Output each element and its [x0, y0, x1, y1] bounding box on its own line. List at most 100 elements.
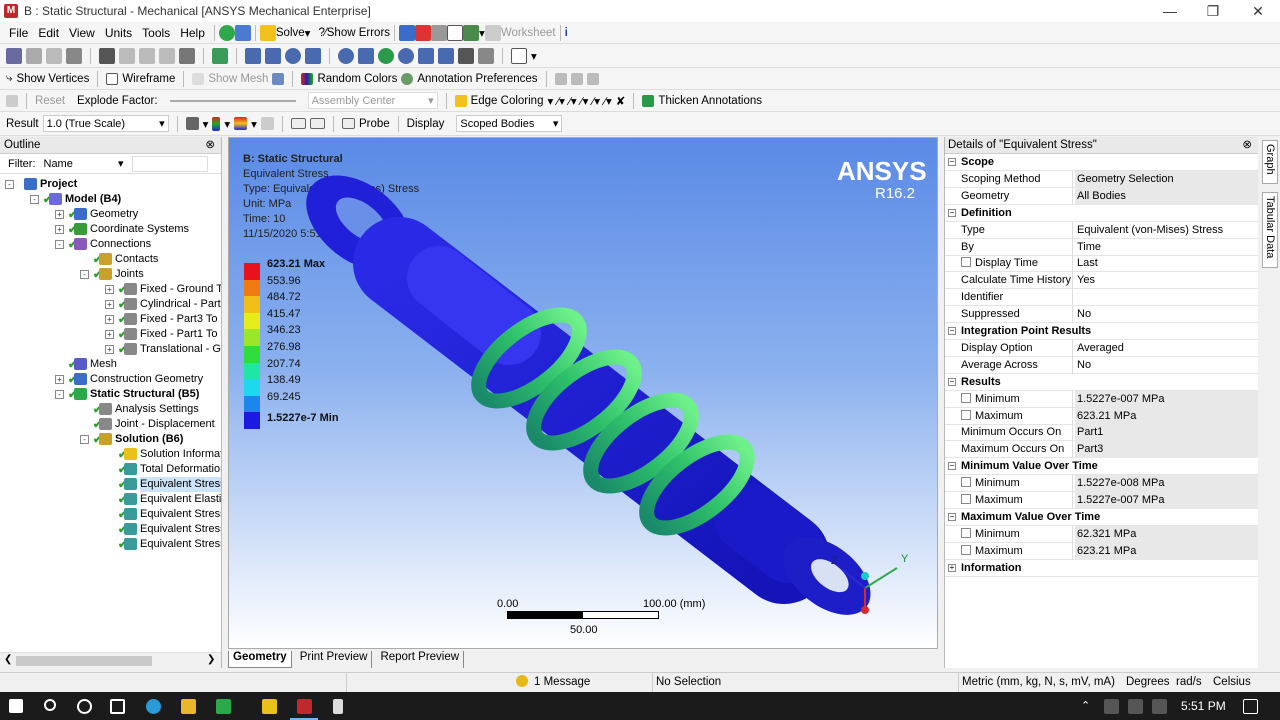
scroll-right-icon[interactable]: ❯ — [207, 654, 215, 665]
details-section[interactable]: − Scope — [945, 154, 1258, 171]
details-row[interactable]: Maximum Occurs On Part3 — [945, 441, 1258, 459]
tab-print-preview[interactable]: Print Preview — [296, 651, 373, 668]
collapse-icon[interactable]: − — [948, 208, 956, 217]
zoom-fit-icon[interactable] — [338, 47, 354, 64]
explode-slider[interactable] — [169, 99, 296, 102]
details-value[interactable]: 1.5227e-007 MPa — [1075, 492, 1258, 509]
parameter-checkbox[interactable] — [961, 527, 971, 538]
scroll-thumb[interactable] — [16, 656, 152, 666]
max-label-icon[interactable] — [290, 118, 306, 129]
vertex-icon[interactable]: ⤷ — [6, 72, 12, 85]
expand-icon[interactable]: + — [105, 300, 114, 309]
edge-style-3-icon[interactable]: ∕▾ — [581, 94, 589, 108]
print-icon[interactable] — [458, 47, 474, 64]
file-explorer-icon[interactable] — [181, 699, 196, 714]
collapse-icon[interactable]: − — [948, 462, 956, 471]
details-row[interactable]: Identifier — [945, 289, 1258, 307]
graphics-viewport[interactable]: B: Static Structural Equivalent Stress T… — [228, 137, 938, 649]
pdf-icon[interactable] — [415, 24, 432, 41]
pin-icon[interactable]: ✘ — [616, 94, 626, 108]
expand-icon[interactable]: + — [105, 330, 114, 339]
details-section[interactable]: − Integration Point Results — [945, 323, 1258, 340]
edge-coloring-button[interactable]: Edge Coloring — [471, 95, 544, 107]
details-row[interactable]: Type Equivalent (von-Mises) Stress — [945, 221, 1258, 239]
cortana-icon[interactable] — [77, 699, 92, 714]
parameter-checkbox[interactable] — [961, 494, 971, 505]
xyz-icon[interactable] — [46, 47, 62, 64]
show-mesh-button[interactable]: Show Mesh — [208, 73, 268, 85]
details-value[interactable]: Averaged — [1075, 340, 1258, 357]
menu-units[interactable]: Units — [100, 22, 137, 44]
details-value[interactable]: Geometry Selection — [1075, 170, 1258, 188]
expand-icon[interactable]: + — [55, 225, 64, 234]
tab-graph[interactable]: Graph — [1262, 140, 1278, 184]
details-value[interactable]: Equivalent (von-Mises) Stress — [1075, 222, 1258, 239]
details-row[interactable]: Minimum 62.321 MPa — [945, 525, 1258, 543]
shock-absorber-model[interactable]: Y Z — [229, 138, 938, 649]
probe-button[interactable]: Probe — [359, 118, 390, 130]
wireframe-icon[interactable] — [106, 72, 119, 85]
menu-view[interactable]: View — [64, 22, 100, 44]
box-zoom-icon[interactable] — [305, 47, 321, 64]
details-value[interactable]: Yes — [1075, 272, 1258, 289]
menu-tools[interactable]: Tools — [137, 22, 175, 44]
random-colors-button[interactable]: Random Colors — [317, 73, 397, 85]
connect-icon[interactable] — [234, 24, 251, 41]
tag-icon[interactable] — [478, 47, 494, 64]
wifi-icon[interactable] — [1128, 699, 1143, 714]
pin-icon[interactable]: ⊗ — [1242, 137, 1252, 154]
zoom-box-icon[interactable] — [358, 47, 374, 64]
details-value[interactable]: 623.21 MPa — [1075, 542, 1258, 560]
collapse-icon[interactable]: - — [80, 435, 89, 444]
details-section[interactable]: − Definition — [945, 204, 1258, 222]
move-icon[interactable] — [26, 47, 42, 64]
details-row[interactable]: By Time — [945, 238, 1258, 256]
expand-icon[interactable]: + — [55, 375, 64, 384]
menu-help[interactable]: Help — [175, 22, 210, 44]
show-vertices-button[interactable]: Show Vertices — [16, 73, 89, 85]
dimension-icon[interactable] — [570, 72, 583, 85]
collapse-icon[interactable]: − — [948, 377, 956, 386]
notifications-icon[interactable] — [1243, 699, 1258, 714]
network-icon[interactable] — [1104, 699, 1119, 714]
details-row[interactable]: Calculate Time History Yes — [945, 272, 1258, 290]
tab-report-preview[interactable]: Report Preview — [376, 651, 465, 668]
ansys-mechanical-icon[interactable] — [297, 699, 312, 714]
pan-icon[interactable] — [265, 47, 281, 64]
mesh-icon[interactable] — [192, 72, 205, 85]
geometry-display-icon[interactable] — [185, 117, 199, 130]
filter-search-input[interactable] — [131, 155, 208, 172]
wireframe-button[interactable]: Wireframe — [122, 73, 175, 85]
details-row[interactable]: Minimum Occurs On Part1 — [945, 424, 1258, 442]
ruler-icon[interactable] — [554, 72, 567, 85]
zoom-out-icon[interactable] — [398, 47, 414, 64]
scroll-left-icon[interactable]: ❮ — [4, 654, 12, 665]
collapse-icon[interactable]: - — [55, 240, 64, 249]
select-mode-icon[interactable] — [6, 47, 22, 64]
details-value[interactable]: 1.5227e-007 MPa — [1075, 390, 1258, 408]
rate-unit-status[interactable]: rad/s — [1176, 676, 1202, 688]
collapse-icon[interactable]: − — [948, 158, 956, 166]
parameter-checkbox[interactable] — [961, 257, 971, 268]
image-icon[interactable] — [463, 24, 480, 41]
details-row[interactable]: Display Option Averaged — [945, 339, 1258, 357]
details-value[interactable]: Time — [1075, 239, 1258, 256]
vertex-select-icon[interactable] — [119, 47, 135, 64]
parameter-checkbox[interactable] — [961, 477, 971, 488]
check-icon[interactable] — [218, 24, 235, 41]
body-select-icon[interactable] — [179, 47, 195, 64]
parameter-checkbox[interactable] — [961, 392, 971, 403]
menu-file[interactable]: File — [4, 22, 33, 44]
expand-icon[interactable]: + — [55, 210, 64, 219]
details-row[interactable]: Maximum 1.5227e-007 MPa — [945, 492, 1258, 509]
flask-icon[interactable] — [431, 24, 448, 41]
filter-dropdown[interactable]: Name ▾ — [39, 155, 128, 172]
collapse-icon[interactable]: - — [30, 195, 39, 204]
reset-button[interactable]: Reset — [35, 95, 65, 107]
details-row[interactable]: Maximum 623.21 MPa — [945, 542, 1258, 560]
volume-icon[interactable] — [1152, 699, 1167, 714]
clock[interactable]: 5:51 PM — [1181, 699, 1226, 713]
expand-icon[interactable]: + — [105, 285, 114, 294]
display-dropdown[interactable]: Scoped Bodies ▾ — [456, 115, 563, 132]
edge-style-4-icon[interactable]: ∕▾ — [592, 94, 600, 108]
